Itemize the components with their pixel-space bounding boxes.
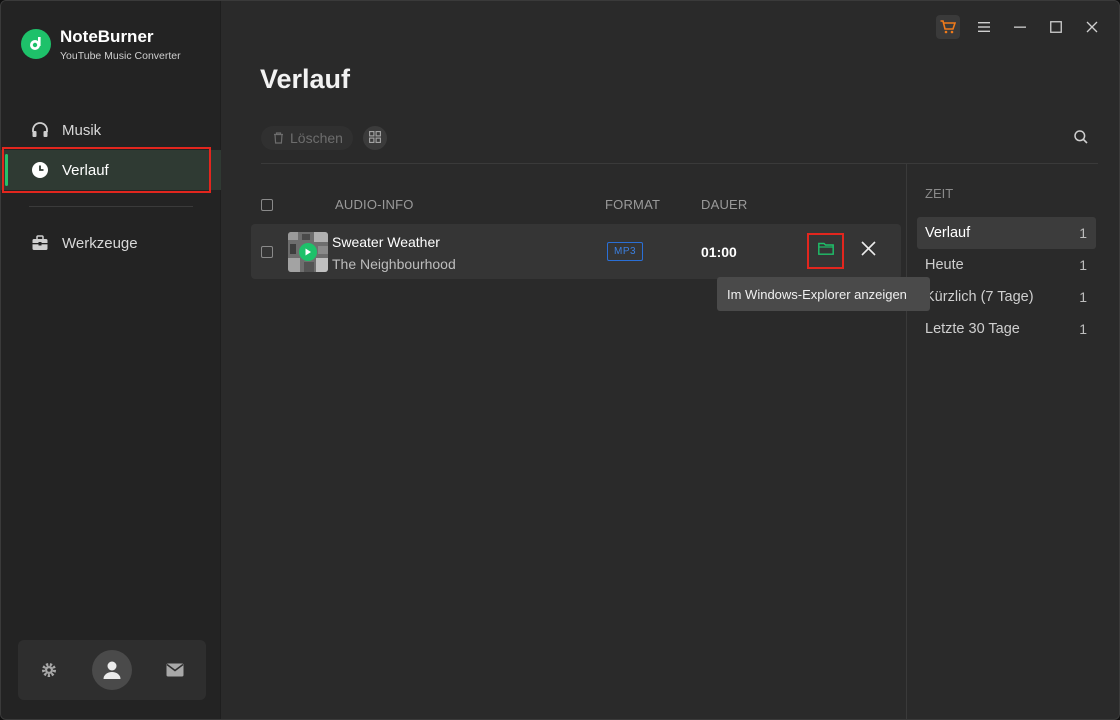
avatar[interactable] [91,650,132,690]
delete-label: Löschen [290,130,343,146]
noteburner-logo-icon [21,29,51,59]
folder-icon [817,242,834,260]
sidebar-item-werkzeuge[interactable]: Werkzeuge [1,223,221,263]
filter-count: 1 [1079,321,1087,337]
table-row[interactable]: Sweater Weather The Neighbourhood MP3 01… [251,224,901,279]
time-filter-verlauf[interactable]: Verlauf 1 [917,217,1096,249]
grid-icon [369,130,381,146]
filter-label: Kürzlich (7 Tage) [925,289,1034,305]
filter-count: 1 [1079,257,1087,273]
app-name: NoteBurner [60,27,154,46]
headphones-icon [31,121,49,139]
time-filter-recent-7-days[interactable]: Kürzlich (7 Tage) 1 [917,281,1096,313]
song-title: Sweater Weather [332,234,440,250]
divider [261,163,1098,164]
close-icon[interactable] [1080,15,1104,39]
divider [29,206,193,207]
filter-label: Letzte 30 Tage [925,321,1020,337]
cart-icon[interactable] [936,15,960,39]
gear-icon[interactable] [29,650,69,690]
sidebar-footer [18,640,206,700]
sidebar-item-musik[interactable]: Musik [1,110,221,150]
time-filter-last-30-days[interactable]: Letzte 30 Tage 1 [917,313,1096,345]
close-icon [860,241,876,261]
mail-icon[interactable] [155,650,195,690]
sidebar-item-label: Werkzeuge [62,234,138,252]
column-header-audio-info: AUDIO-INFO [335,197,414,212]
grid-view-button[interactable] [363,126,387,150]
format-badge: MP3 [607,242,644,261]
panel-separator [906,164,907,719]
trash-icon [273,132,284,144]
duration: 01:00 [701,244,737,260]
column-header-duration: DAUER [701,197,748,212]
sidebar: NoteBurner YouTube Music Converter Musik… [1,1,221,719]
highlight-box [2,147,211,193]
delete-button[interactable]: Löschen [261,126,353,150]
row-checkbox[interactable] [261,246,273,258]
app-subtitle: YouTube Music Converter [60,50,181,62]
filter-count: 1 [1079,289,1087,305]
sidebar-item-label: Musik [62,121,102,139]
menu-icon[interactable] [972,15,996,39]
play-icon[interactable] [299,243,317,261]
filter-label: Heute [925,257,964,273]
page-title: Verlauf [260,64,351,94]
time-filter-header: ZEIT [925,186,954,201]
minimize-icon[interactable] [1008,15,1032,39]
album-art-thumbnail [288,232,328,272]
tooltip: Im Windows-Explorer anzeigen [717,277,930,311]
open-folder-button[interactable] [807,233,844,269]
remove-row-button[interactable] [857,240,879,262]
time-filter-heute[interactable]: Heute 1 [917,249,1096,281]
search-icon[interactable] [1073,129,1091,147]
brand: NoteBurner YouTube Music Converter [21,27,181,62]
select-all-checkbox[interactable] [261,199,273,211]
column-header-format: FORMAT [605,197,661,212]
filter-count: 1 [1079,225,1087,241]
toolbox-icon [31,234,49,252]
app-window: NoteBurner YouTube Music Converter Musik… [0,0,1120,720]
song-artist: The Neighbourhood [332,256,456,272]
maximize-icon[interactable] [1044,15,1068,39]
filter-label: Verlauf [925,225,971,241]
